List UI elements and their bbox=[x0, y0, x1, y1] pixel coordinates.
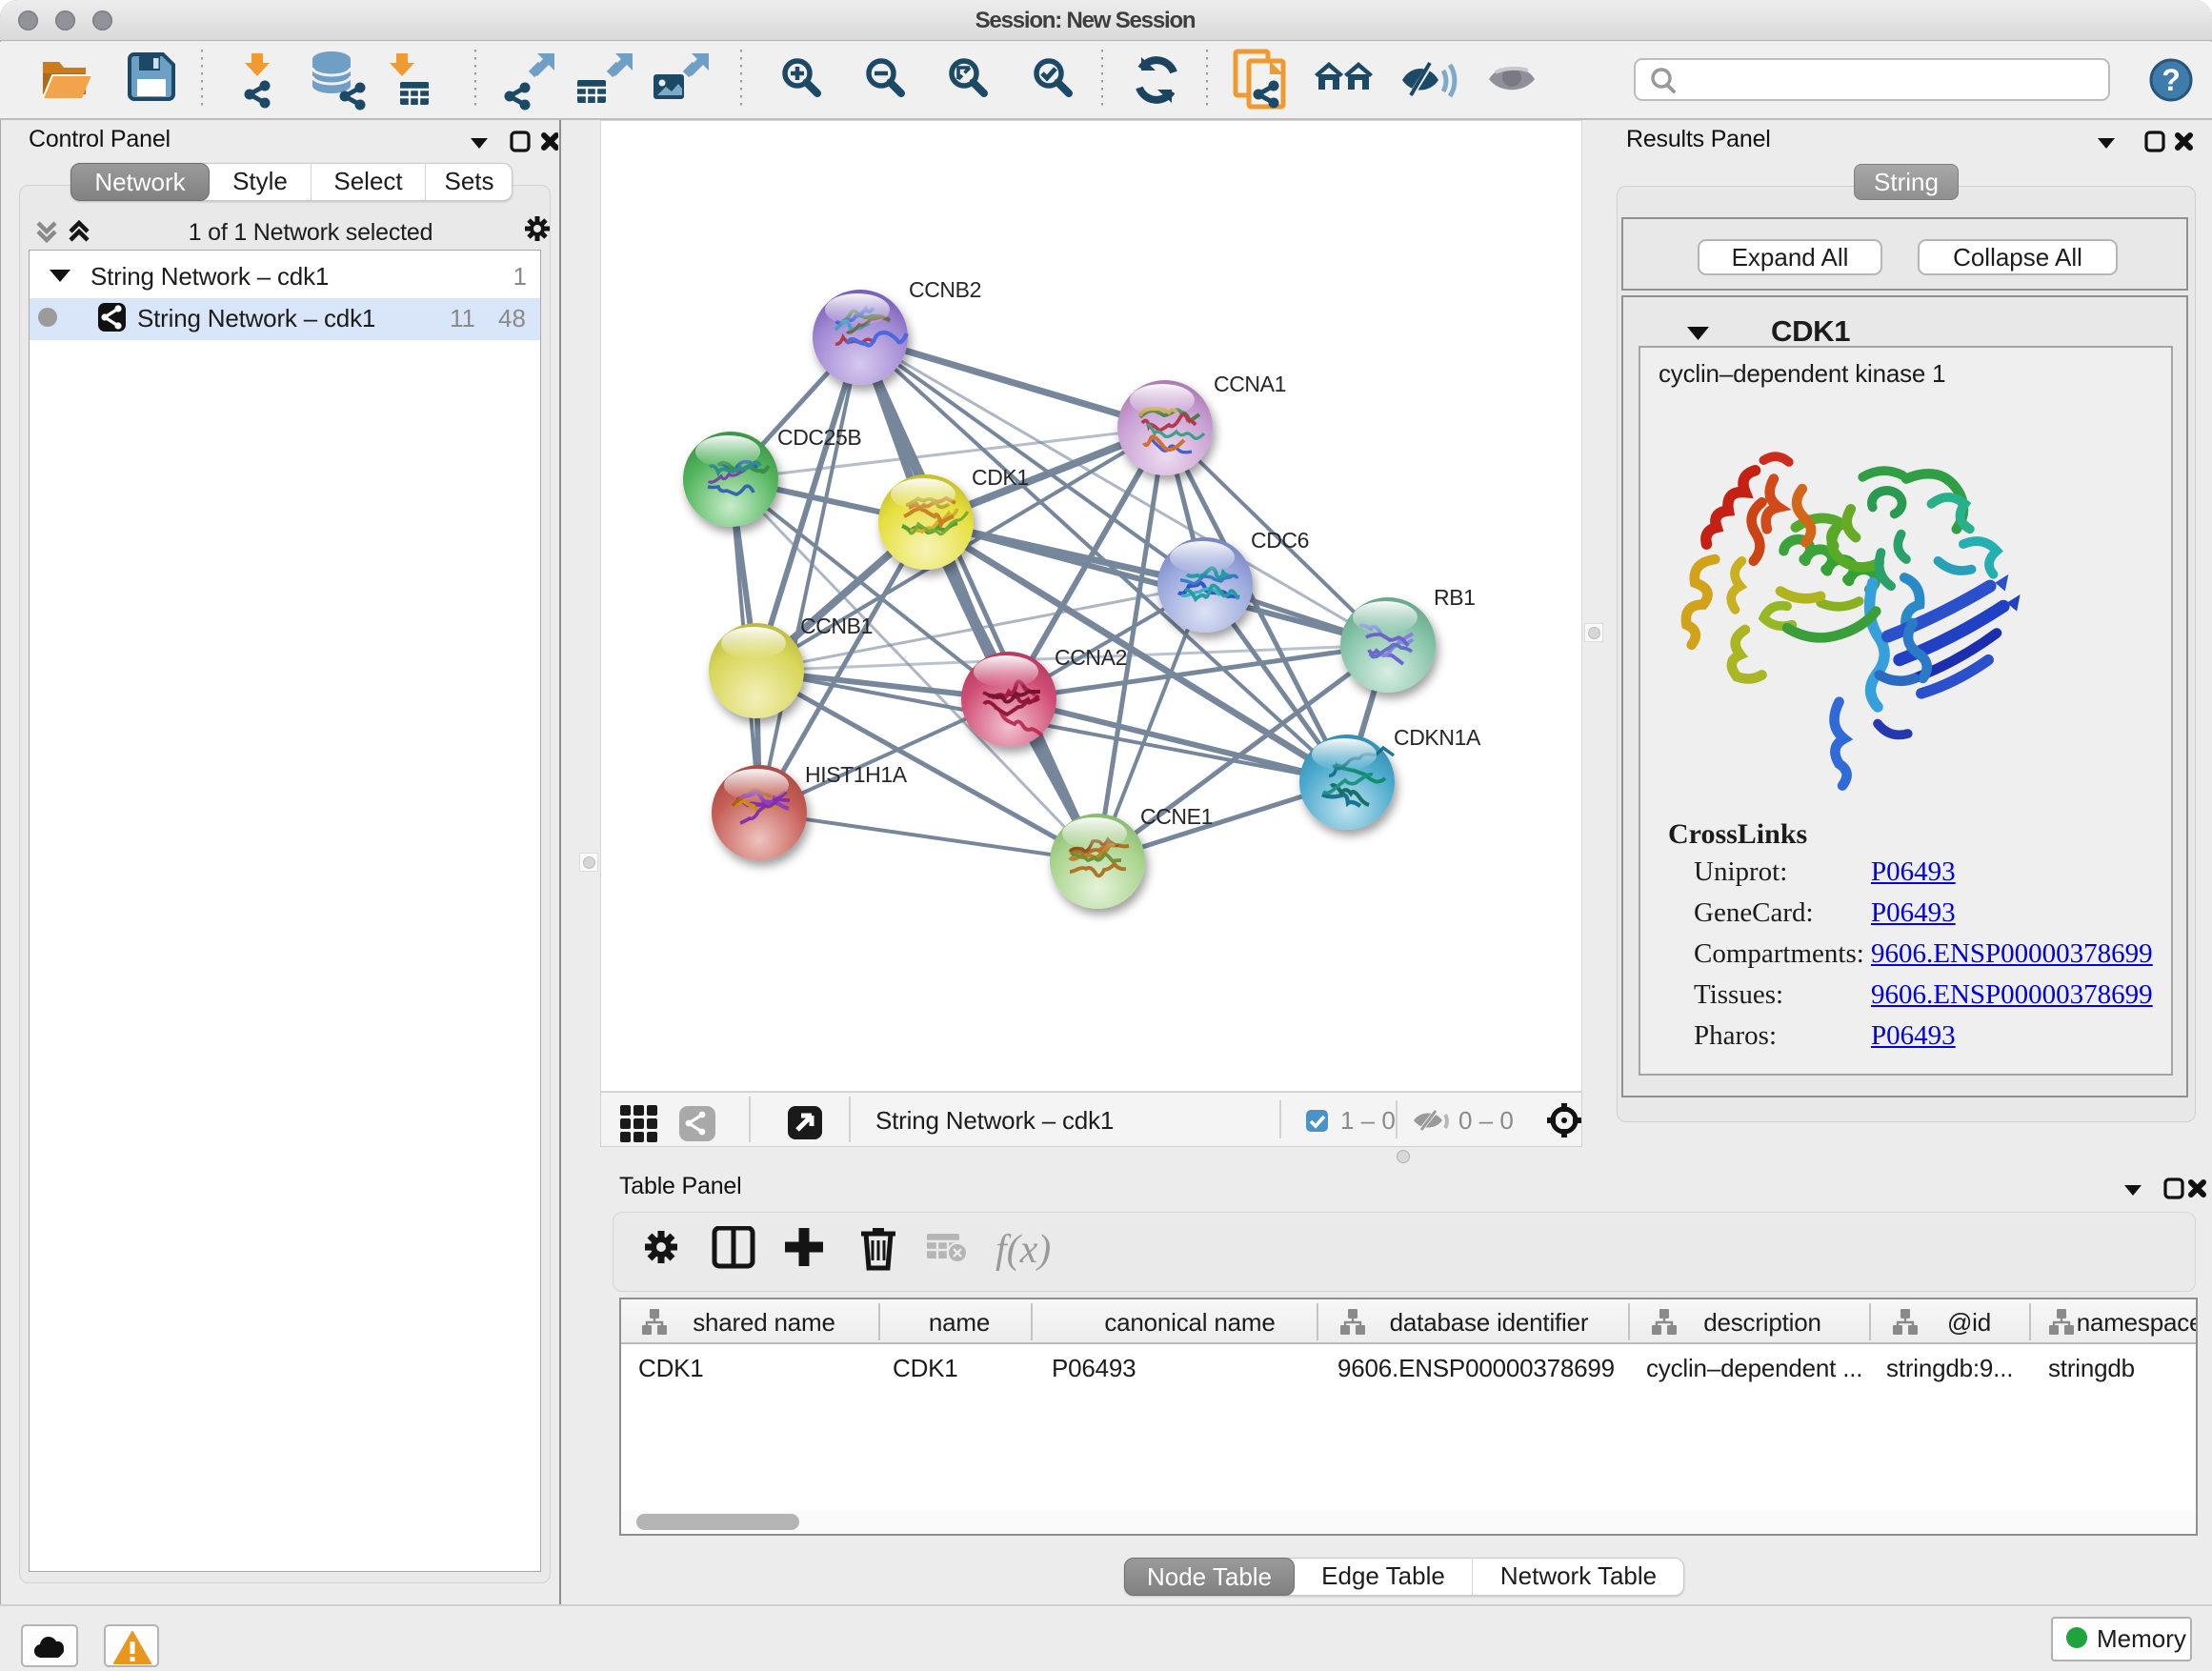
svg-text:namespace: namespace bbox=[2077, 1308, 2196, 1337]
svg-text:CCNA1: CCNA1 bbox=[1214, 372, 1286, 396]
svg-text:0 – 0: 0 – 0 bbox=[1458, 1106, 1514, 1135]
svg-text:CCNE1: CCNE1 bbox=[1140, 804, 1213, 829]
svg-text:CDKN1A: CDKN1A bbox=[1394, 725, 1481, 750]
svg-text:CDC6: CDC6 bbox=[1251, 528, 1309, 553]
svg-text:shared name: shared name bbox=[693, 1308, 835, 1337]
svg-text:CDK1: CDK1 bbox=[972, 465, 1029, 490]
svg-text:String Network – cdk1: String Network – cdk1 bbox=[875, 1106, 1114, 1135]
svg-text:description: description bbox=[1703, 1308, 1821, 1337]
svg-text:CCNA2: CCNA2 bbox=[1055, 645, 1127, 670]
svg-text:database identifier: database identifier bbox=[1390, 1308, 1589, 1337]
svg-text:CDC25B: CDC25B bbox=[777, 425, 861, 450]
svg-text:RB1: RB1 bbox=[1434, 585, 1476, 610]
svg-text:canonical name: canonical name bbox=[1104, 1308, 1275, 1337]
svg-text:CCNB2: CCNB2 bbox=[909, 277, 981, 302]
svg-text:f(x): f(x) bbox=[995, 1228, 1051, 1272]
svg-text:?: ? bbox=[2162, 63, 2181, 97]
svg-text:HIST1H1A: HIST1H1A bbox=[805, 762, 908, 787]
svg-text:@id: @id bbox=[1947, 1308, 1991, 1337]
svg-text:1 – 0: 1 – 0 bbox=[1340, 1106, 1396, 1135]
svg-text:CCNB1: CCNB1 bbox=[800, 614, 873, 638]
svg-text:name: name bbox=[929, 1308, 990, 1337]
